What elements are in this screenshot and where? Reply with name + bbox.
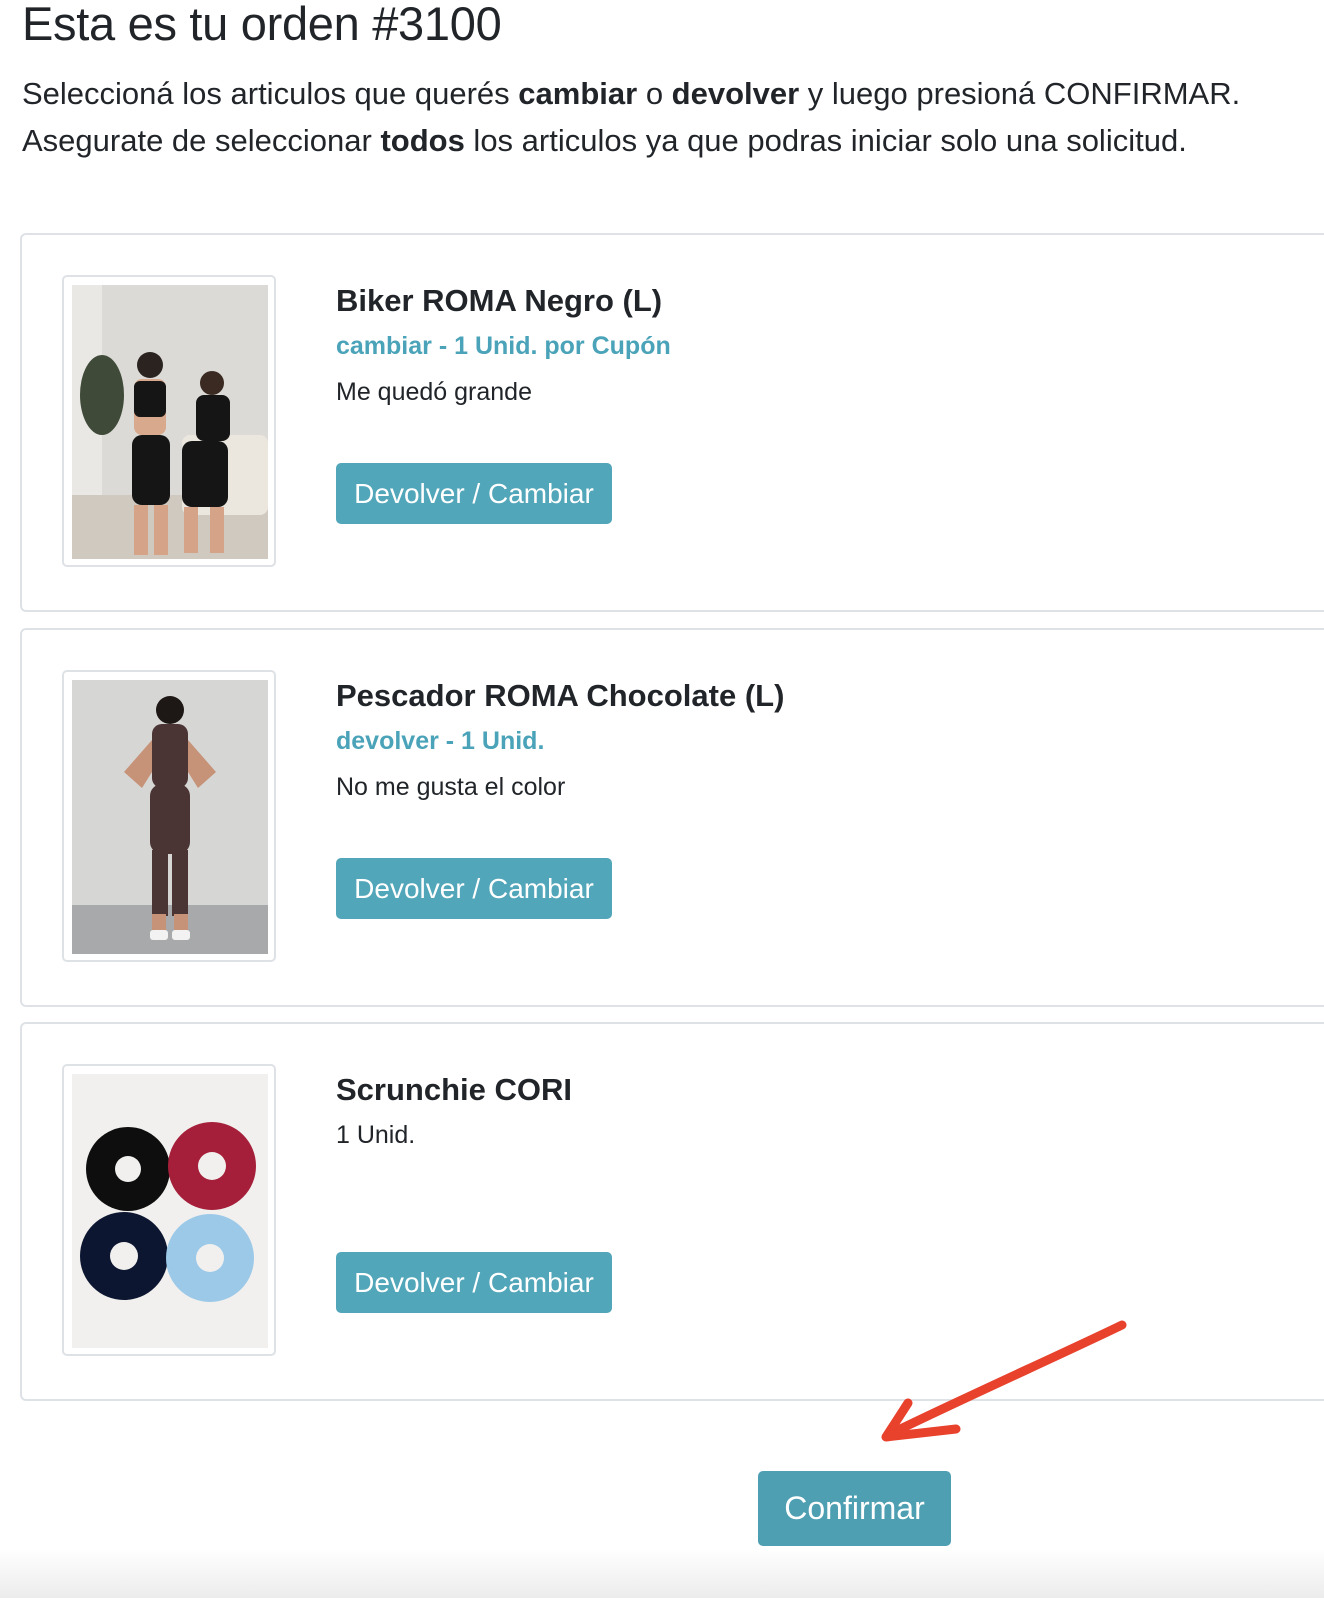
order-item-card: Biker ROMA Negro (L) cambiar - 1 Unid. p… — [20, 233, 1324, 612]
product-name: Scrunchie CORI — [336, 1072, 572, 1107]
pescador-photo — [72, 680, 268, 954]
return-exchange-button[interactable]: Devolver / Cambiar — [336, 1252, 612, 1313]
item-status: devolver - 1 Unid. — [336, 727, 545, 755]
confirm-button[interactable]: Confirmar — [758, 1471, 951, 1546]
item-info: Pescador ROMA Chocolate (L) devolver - 1… — [336, 676, 784, 803]
scrunchie-photo — [72, 1074, 268, 1348]
instructions: Seleccioná los articulos que querés camb… — [22, 70, 1312, 164]
return-exchange-button[interactable]: Devolver / Cambiar — [336, 858, 612, 919]
product-image — [62, 1064, 276, 1356]
emphasis-cambiar: cambiar — [518, 76, 638, 111]
item-quantity: 1 Unid. — [336, 1121, 416, 1149]
product-name: Biker ROMA Negro (L) — [336, 283, 663, 318]
return-exchange-button[interactable]: Devolver / Cambiar — [336, 463, 612, 524]
annotation-arrow-icon — [881, 1320, 1127, 1442]
instructions-line-2: Asegurate de seleccionar todos los artic… — [22, 123, 1187, 158]
product-name: Pescador ROMA Chocolate (L) — [336, 678, 785, 713]
item-info: Biker ROMA Negro (L) cambiar - 1 Unid. p… — [336, 281, 671, 408]
emphasis-devolver: devolver — [671, 76, 800, 111]
page-bottom-shadow — [0, 1548, 1324, 1598]
page-title: Esta es tu orden #3100 — [22, 0, 502, 50]
item-reason: Me quedó grande — [336, 378, 532, 406]
biker-photo — [72, 285, 268, 559]
item-status: cambiar - 1 Unid. por Cupón — [336, 332, 671, 360]
product-image — [62, 670, 276, 962]
product-image — [62, 275, 276, 567]
order-item-card: Pescador ROMA Chocolate (L) devolver - 1… — [20, 628, 1324, 1007]
item-reason: No me gusta el color — [336, 773, 566, 801]
instructions-line-1: Seleccioná los articulos que querés camb… — [22, 76, 1241, 111]
item-info: Scrunchie CORI 1 Unid. — [336, 1070, 572, 1151]
emphasis-todos: todos — [380, 123, 465, 158]
